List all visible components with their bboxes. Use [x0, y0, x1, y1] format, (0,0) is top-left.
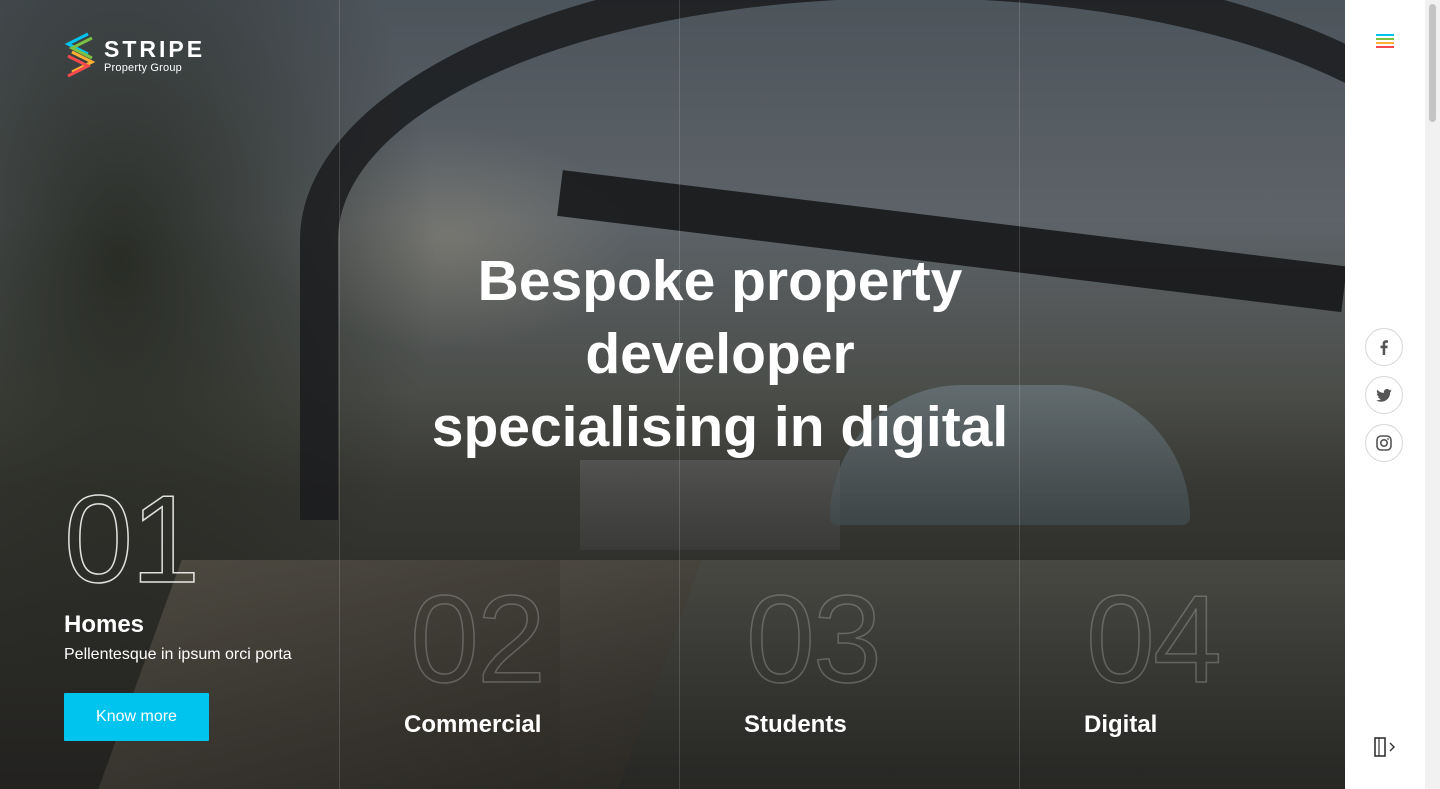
twitter-icon: [1376, 388, 1392, 402]
panel-description: Pellentesque in ipsum orci porta: [64, 646, 292, 663]
brand-name: STRIPE: [104, 35, 206, 62]
scrollbar-thumb[interactable]: [1429, 4, 1436, 122]
hamburger-menu-icon[interactable]: [1376, 34, 1394, 50]
panel-number: 04: [1085, 571, 1222, 709]
stripe-logo-icon: [64, 32, 96, 78]
know-more-button[interactable]: Know more: [64, 693, 209, 741]
panel-number: 03: [745, 571, 882, 709]
right-sidebar: [1345, 0, 1425, 789]
brand-subtitle: Property Group: [104, 61, 183, 74]
panel-title: Homes: [64, 611, 145, 638]
facebook-icon: [1380, 339, 1388, 355]
twitter-button[interactable]: [1365, 376, 1403, 414]
brand-logo[interactable]: STRIPE Property Group: [64, 32, 205, 78]
instagram-button[interactable]: [1365, 424, 1403, 462]
panel-title: Commercial: [404, 711, 542, 738]
facebook-button[interactable]: [1365, 328, 1403, 366]
panel-title: Digital: [1084, 711, 1158, 738]
login-door-icon[interactable]: [1373, 736, 1397, 758]
hero-headline: Bespoke property developer specialising …: [431, 249, 1009, 459]
scrollbar[interactable]: [1425, 0, 1440, 789]
panel-number: 02: [409, 571, 546, 709]
instagram-icon: [1376, 435, 1392, 451]
panel-title: Students: [744, 711, 847, 738]
panel-number: 01: [63, 471, 200, 609]
